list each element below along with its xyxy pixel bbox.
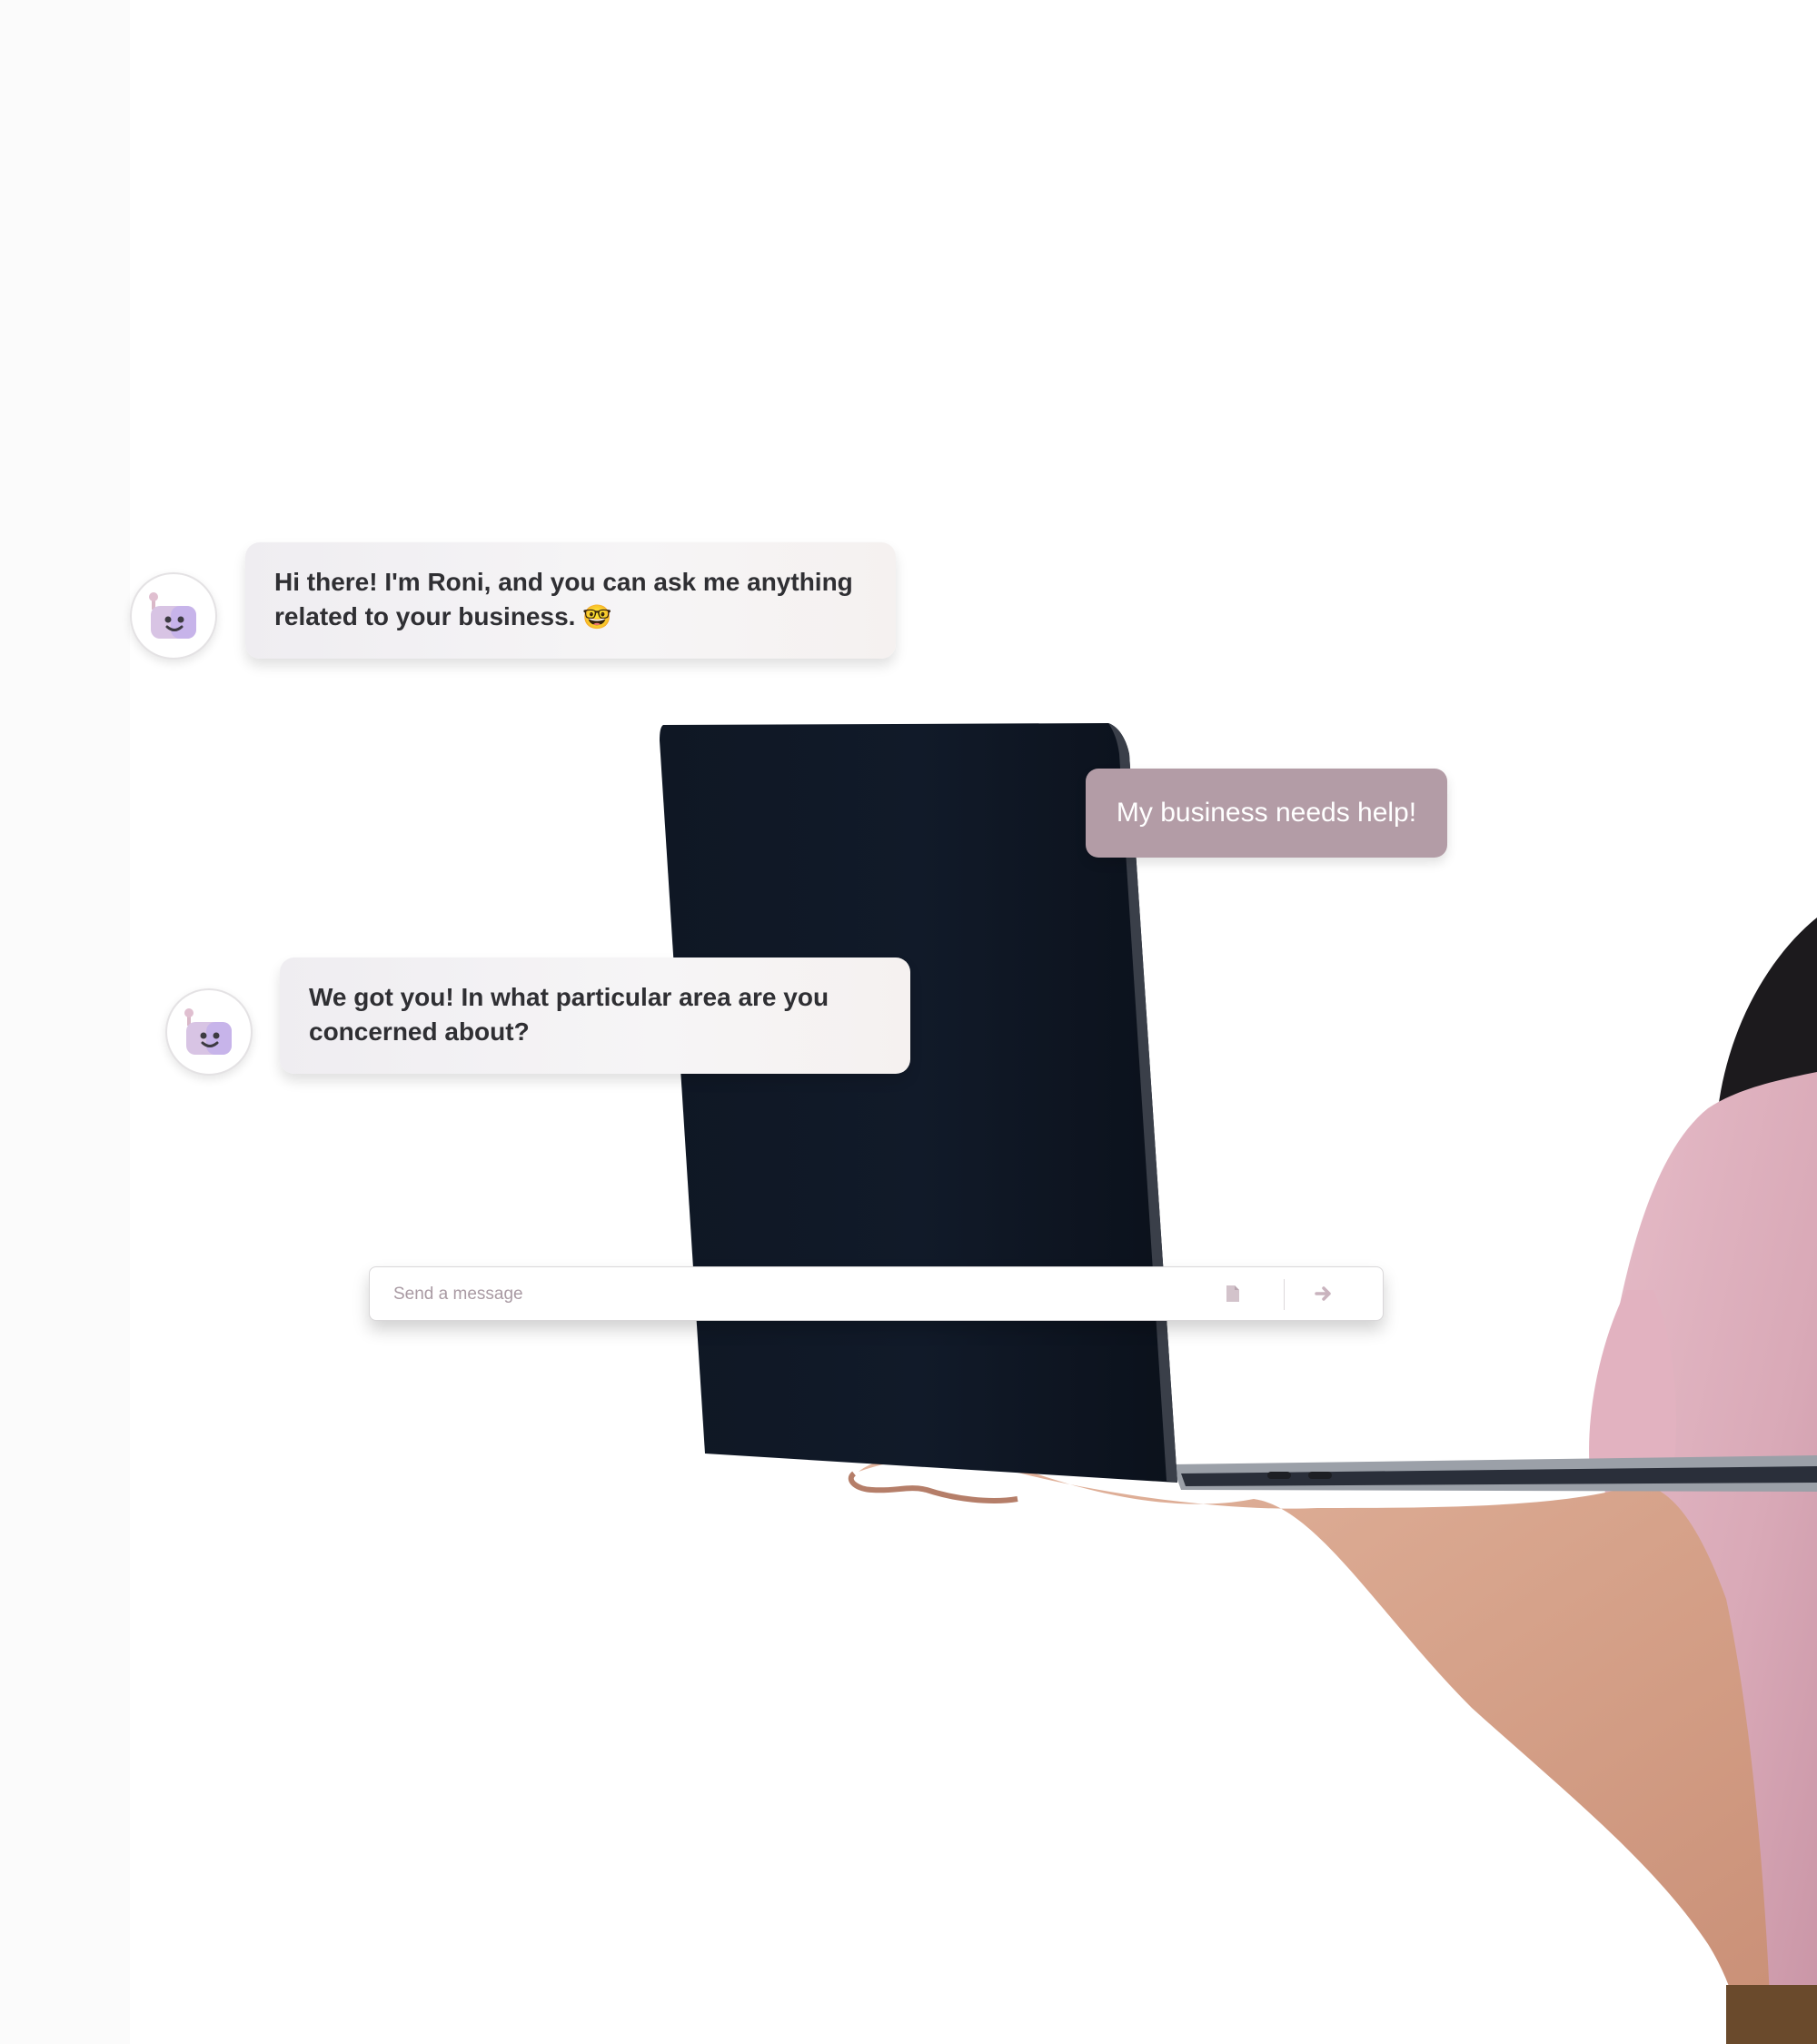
robot-icon [184,1008,232,1055]
bot-message: We got you! In what particular area are … [280,958,910,1074]
robot-icon [149,592,196,639]
nerd-face-emoji: 🤓 [582,604,612,631]
composer-divider [1284,1279,1285,1310]
user-message-text: My business needs help! [1116,798,1417,828]
belt [1726,1985,1817,2044]
message-composer [369,1266,1384,1321]
arrow-right-icon [1315,1286,1331,1301]
bot-avatar [165,988,253,1076]
bot-message-text: Hi there! I'm Roni, and you can ask me a… [274,568,853,630]
bot-avatar [130,572,217,660]
usb-port [1308,1472,1332,1479]
attach-file-button[interactable] [1218,1280,1246,1307]
fingers [848,1471,1018,1503]
arm [859,1456,1772,2044]
usb-port [1267,1472,1291,1479]
bot-message-text: We got you! In what particular area are … [309,983,829,1046]
user-message: My business needs help! [1086,769,1447,858]
message-input[interactable] [392,1276,1304,1313]
bot-message: Hi there! I'm Roni, and you can ask me a… [245,542,896,659]
file-icon [1226,1285,1239,1302]
send-button[interactable] [1307,1280,1340,1307]
